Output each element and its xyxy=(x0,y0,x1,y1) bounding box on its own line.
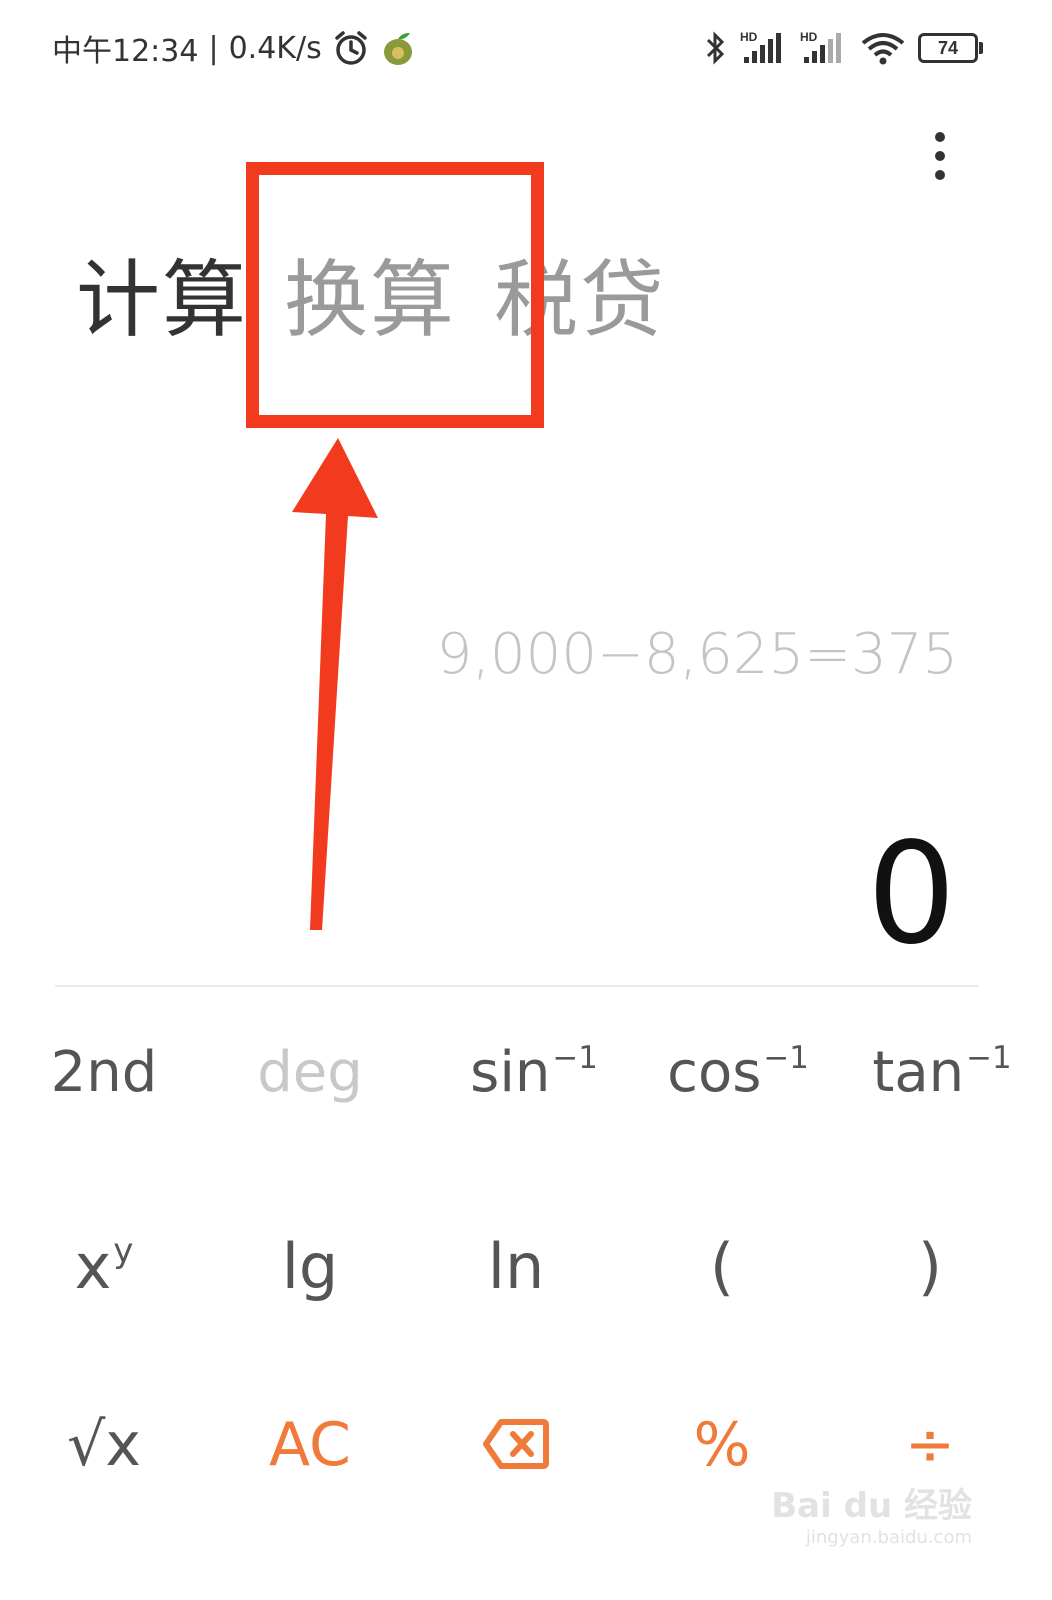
tab-calculate[interactable]: 计算 xyxy=(76,250,248,350)
bluetooth-icon xyxy=(706,31,725,65)
wifi-icon xyxy=(861,33,905,65)
key-arcsin-label: sin xyxy=(470,1040,551,1106)
status-bar-left: 中午12:34 | 0.4K/s xyxy=(52,26,416,70)
status-time: 中午12:34 xyxy=(52,34,199,69)
watermark: Bai du 经验 jingyan.baidu.com xyxy=(771,1478,972,1548)
key-power-base: x xyxy=(74,1230,112,1303)
key-2nd[interactable]: 2nd xyxy=(0,1040,208,1105)
battery-icon: 74 xyxy=(918,33,983,63)
alarm-icon xyxy=(334,31,367,65)
key-sqrt[interactable]: √x xyxy=(0,1410,208,1480)
status-bar-right: HD HD 74 xyxy=(704,26,983,70)
key-ac[interactable]: AC xyxy=(206,1410,414,1480)
result-display: 0 xyxy=(866,813,956,976)
inverse-exponent: −1 xyxy=(966,1040,1012,1076)
hd-signal-icon: HD xyxy=(740,30,781,63)
svg-text:HD: HD xyxy=(740,30,758,44)
status-net-speed: 0.4K/s xyxy=(228,30,322,66)
key-power-exponent: y xyxy=(113,1231,134,1272)
svg-text:HD: HD xyxy=(800,30,818,44)
watermark-main: Bai du 经验 xyxy=(771,1486,972,1526)
key-arctan[interactable]: tan−1 xyxy=(838,1040,1046,1105)
backspace-icon xyxy=(483,1419,549,1469)
key-lg[interactable]: lg xyxy=(206,1230,414,1303)
key-deg[interactable]: deg xyxy=(206,1040,414,1105)
key-ln[interactable]: ln xyxy=(412,1230,620,1303)
watermark-sub: jingyan.baidu.com xyxy=(805,1527,972,1548)
key-left-paren[interactable]: ( xyxy=(618,1230,826,1303)
more-dot-icon xyxy=(935,132,945,142)
key-backspace[interactable] xyxy=(412,1418,620,1478)
inverse-exponent: −1 xyxy=(552,1040,598,1076)
more-options-button[interactable] xyxy=(920,128,960,184)
key-arctan-label: tan xyxy=(872,1040,965,1106)
hd-signal-icon: HD xyxy=(800,30,841,63)
status-separator: | xyxy=(208,30,219,66)
key-arcsin[interactable]: sin−1 xyxy=(430,1040,638,1105)
more-dot-icon xyxy=(935,170,945,180)
divider xyxy=(55,985,979,987)
key-arccos[interactable]: cos−1 xyxy=(634,1040,842,1105)
annotation-arrow-icon xyxy=(292,438,378,930)
key-divide[interactable]: ÷ xyxy=(826,1410,1034,1480)
battery-level: 74 xyxy=(937,37,959,58)
app-notification-icon xyxy=(383,32,412,65)
key-percent[interactable]: % xyxy=(618,1410,826,1480)
more-dot-icon xyxy=(935,151,945,161)
key-power[interactable]: xy xyxy=(0,1230,208,1303)
key-right-paren[interactable]: ) xyxy=(826,1230,1034,1303)
inverse-exponent: −1 xyxy=(763,1040,809,1076)
annotation-highlight-box xyxy=(246,162,544,428)
key-arccos-label: cos xyxy=(667,1040,762,1106)
expression-history: 9,000−8,625=375 xyxy=(436,622,958,687)
